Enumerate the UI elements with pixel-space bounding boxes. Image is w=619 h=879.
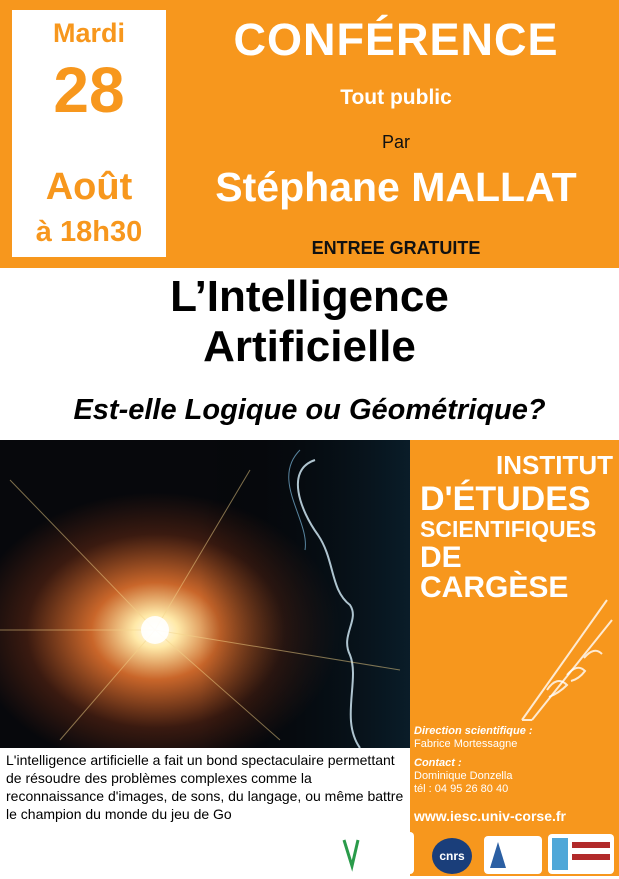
contact-phone: tél : 04 95 26 80 40: [414, 783, 509, 795]
ai-illustration: [0, 440, 410, 748]
corse-collectivity-logo: [338, 832, 414, 874]
audience-label: Tout public: [340, 86, 452, 109]
corsica-logo-icon: [490, 842, 506, 868]
contact-label: Contact :: [414, 757, 462, 769]
speaker-name: Stéphane MALLAT: [215, 164, 577, 210]
ctc-logo-icon: [342, 839, 360, 872]
talk-title-line1: L’Intelligence: [170, 272, 449, 321]
date-box: Mardi 28 Août à 18h30: [12, 10, 166, 257]
universite-nice-logo: [548, 834, 614, 874]
by-label: Par: [381, 132, 410, 152]
institute-line3: SCIENTIFIQUES: [420, 516, 597, 542]
date-month: Août: [45, 166, 133, 208]
iesc-logo-icon: [521, 599, 613, 721]
free-entry-label: ENTREE GRATUITE: [311, 238, 481, 258]
date-number: 28: [53, 54, 125, 126]
contact-name: Dominique Donzella: [414, 770, 513, 782]
universita-corsica-logo: [484, 836, 542, 874]
contact-block: Direction scientifique : Fabrice Mortess…: [414, 725, 614, 796]
institute-line1: INSTITUT: [496, 450, 613, 480]
date-day: Mardi: [52, 18, 125, 48]
talk-description: L'intelligence artificielle a fait un bo…: [6, 752, 404, 822]
conference-title: CONFÉRENCE: [233, 14, 559, 65]
nice-logo-icon: [552, 838, 610, 870]
institute-line2: D'ÉTUDES: [420, 480, 591, 518]
direction-label: Direction scientifique :: [414, 725, 533, 737]
date-time: à 18h30: [35, 216, 143, 248]
talk-title-line2: Artificielle: [203, 322, 416, 371]
cnrs-logo: cnrs: [432, 838, 472, 874]
direction-name: Fabrice Mortessagne: [414, 738, 518, 750]
talk-title: L’Intelligence Artificielle: [0, 272, 619, 372]
talk-subtitle: Est-elle Logique ou Géométrique?: [73, 394, 546, 426]
website-link[interactable]: www.iesc.univ-corse.fr: [414, 808, 566, 824]
